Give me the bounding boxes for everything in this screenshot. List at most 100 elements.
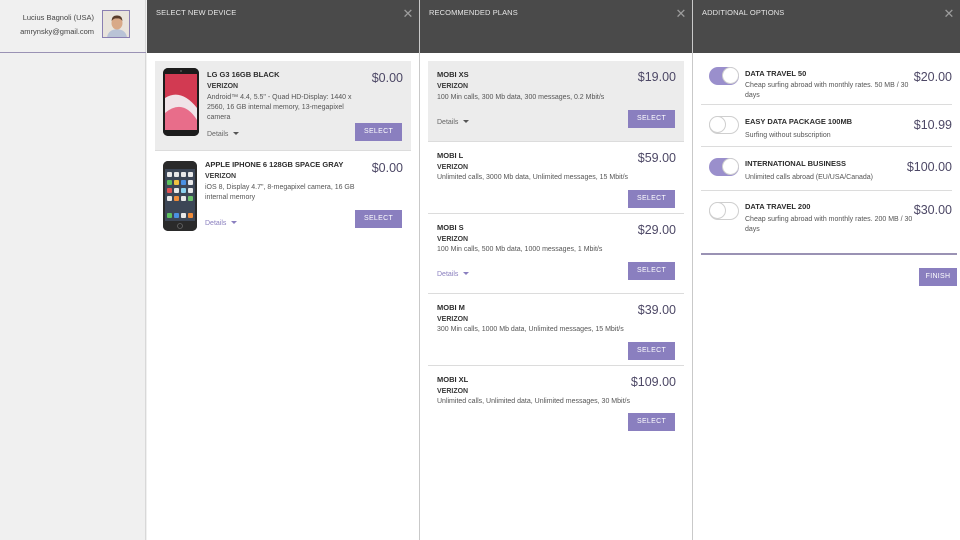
option-description: Surfing without subscription xyxy=(745,132,831,139)
details-toggle[interactable]: Details xyxy=(437,119,470,126)
option-name: DATA TRAVEL 50 xyxy=(745,69,807,78)
option-price: $10.99 xyxy=(913,118,952,132)
app-root: Lucius Bagnoli (USA) amrynsky@gmail.com … xyxy=(0,0,960,540)
devices-panel-body: LG G3 16GB BLACK VERIZON Android™ 4.4, 5… xyxy=(147,53,419,540)
select-button[interactable]: SELECT xyxy=(355,210,402,228)
device-carrier: VERIZON xyxy=(205,173,237,180)
device-card[interactable]: LG G3 16GB BLACK VERIZON Android™ 4.4, 5… xyxy=(155,61,411,151)
device-description: iOS 8, Display 4.7", 8-megapixel camera,… xyxy=(205,184,355,201)
plan-price: $59.00 xyxy=(637,151,676,165)
option-name: EASY DATA PACKAGE 100MB xyxy=(745,117,853,126)
user-name: Lucius Bagnoli (USA) xyxy=(22,13,94,22)
select-button[interactable]: SELECT xyxy=(628,342,675,360)
plan-description: Unlimited calls, 3000 Mb data, Unlimited… xyxy=(437,174,629,181)
options-panel: ADDITIONAL OPTIONS ✕ DATA TRAVEL 50 Chea… xyxy=(693,0,960,540)
option-price: $20.00 xyxy=(913,70,952,84)
details-label: Details xyxy=(437,119,459,126)
select-button[interactable]: SELECT xyxy=(628,262,675,280)
plan-name: MOBI XL xyxy=(437,375,469,384)
plan-description: 100 Min calls, 500 Mb data, 1000 message… xyxy=(437,246,603,253)
plan-carrier: VERIZON xyxy=(437,316,469,323)
plan-card[interactable]: MOBI XL VERIZON Unlimited calls, Unlimit… xyxy=(428,367,684,438)
option-name: INTERNATIONAL BUSINESS xyxy=(745,159,846,168)
caret-down-icon xyxy=(463,272,470,275)
details-label: Details xyxy=(207,131,229,138)
option-price: $100.00 xyxy=(906,160,952,174)
option-row: DATA TRAVEL 50 Cheap surfing abroad with… xyxy=(701,61,952,105)
option-toggle[interactable] xyxy=(709,202,739,220)
details-label: Details xyxy=(437,271,459,278)
options-panel-title: ADDITIONAL OPTIONS xyxy=(702,8,785,17)
device-name: APPLE IPHONE 6 128GB SPACE GRAY xyxy=(205,160,344,169)
device-description: Android™ 4.4, 5.5" - Quad HD-Display: 14… xyxy=(207,94,352,121)
caret-down-icon xyxy=(233,132,240,135)
caret-down-icon xyxy=(231,221,238,224)
option-toggle[interactable] xyxy=(709,116,739,134)
option-description: Cheap surfing abroad with monthly rates.… xyxy=(745,82,909,99)
toggle-knob xyxy=(722,158,739,175)
iphone-icon xyxy=(163,161,197,231)
toggle-knob xyxy=(722,67,739,84)
close-icon[interactable]: ✕ xyxy=(942,7,956,21)
plan-price: $109.00 xyxy=(630,375,676,389)
details-toggle[interactable]: Details xyxy=(207,131,240,138)
option-row: EASY DATA PACKAGE 100MB Surfing without … xyxy=(701,107,952,147)
device-card[interactable]: APPLE IPHONE 6 128GB SPACE GRAY VERIZON … xyxy=(155,153,411,243)
devices-panel: SELECT NEW DEVICE ✕ LG G3 16GB BLACK VER… xyxy=(147,0,419,540)
plan-name: MOBI L xyxy=(437,151,464,160)
avatar-image xyxy=(103,11,129,37)
plan-price: $39.00 xyxy=(637,303,676,317)
plan-price: $29.00 xyxy=(637,223,676,237)
options-panel-header: ADDITIONAL OPTIONS ✕ xyxy=(693,0,960,53)
plans-panel: RECOMMENDED PLANS ✕ MOBI XS VERIZON 100 … xyxy=(420,0,692,540)
select-button[interactable]: SELECT xyxy=(628,110,675,128)
plan-card[interactable]: MOBI XS VERIZON 100 Min calls, 300 Mb da… xyxy=(428,61,684,142)
plan-carrier: VERIZON xyxy=(437,164,469,171)
details-toggle[interactable]: Details xyxy=(205,220,238,227)
details-label: Details xyxy=(205,220,227,227)
plan-card[interactable]: MOBI M VERIZON 300 Min calls, 1000 Mb da… xyxy=(428,295,684,366)
plan-description: Unlimited calls, Unlimited data, Unlimit… xyxy=(437,398,630,405)
plan-card[interactable]: MOBI L VERIZON Unlimited calls, 3000 Mb … xyxy=(428,143,684,214)
plan-carrier: VERIZON xyxy=(437,83,469,90)
plan-card[interactable]: MOBI S VERIZON 100 Min calls, 500 Mb dat… xyxy=(428,215,684,294)
plan-name: MOBI M xyxy=(437,303,465,312)
plans-panel-title: RECOMMENDED PLANS xyxy=(429,8,518,17)
option-name: DATA TRAVEL 200 xyxy=(745,202,811,211)
finish-button[interactable]: FINISH xyxy=(919,268,957,286)
option-price: $30.00 xyxy=(913,203,952,217)
device-carrier: VERIZON xyxy=(207,83,239,90)
option-toggle[interactable] xyxy=(709,158,739,176)
option-row: INTERNATIONAL BUSINESS Unlimited calls a… xyxy=(701,149,952,191)
plans-panel-body: MOBI XS VERIZON 100 Min calls, 300 Mb da… xyxy=(420,53,692,540)
user-email: amrynsky@gmail.com xyxy=(20,27,94,36)
avatar[interactable] xyxy=(102,10,130,38)
plan-description: 300 Min calls, 1000 Mb data, Unlimited m… xyxy=(437,326,624,333)
select-button[interactable]: SELECT xyxy=(628,413,675,431)
options-panel-body: DATA TRAVEL 50 Cheap surfing abroad with… xyxy=(693,53,960,540)
user-strip: Lucius Bagnoli (USA) amrynsky@gmail.com xyxy=(0,0,146,540)
devices-panel-title: SELECT NEW DEVICE xyxy=(156,8,237,17)
close-icon[interactable]: ✕ xyxy=(674,7,688,21)
toggle-knob xyxy=(709,202,726,219)
plan-name: MOBI XS xyxy=(437,70,469,79)
devices-panel-header: SELECT NEW DEVICE ✕ xyxy=(147,0,419,53)
plan-name: MOBI S xyxy=(437,223,464,232)
close-icon[interactable]: ✕ xyxy=(401,7,415,21)
plan-carrier: VERIZON xyxy=(437,236,469,243)
phone-image xyxy=(163,68,199,136)
select-button[interactable]: SELECT xyxy=(355,123,402,141)
plan-description: 100 Min calls, 300 Mb data, 300 messages… xyxy=(437,94,605,101)
option-description: Cheap surfing abroad with monthly rates.… xyxy=(745,216,913,233)
plan-price: $19.00 xyxy=(637,70,676,84)
device-price: $0.00 xyxy=(371,161,403,175)
option-toggle[interactable] xyxy=(709,67,739,85)
option-row: DATA TRAVEL 200 Cheap surfing abroad wit… xyxy=(701,193,952,247)
details-toggle[interactable]: Details xyxy=(437,271,470,278)
phone-image xyxy=(163,161,197,231)
toggle-knob xyxy=(709,116,726,133)
caret-down-icon xyxy=(463,120,470,123)
select-button[interactable]: SELECT xyxy=(628,190,675,208)
lg-phone-icon xyxy=(163,68,199,136)
plans-panel-header: RECOMMENDED PLANS ✕ xyxy=(420,0,692,53)
